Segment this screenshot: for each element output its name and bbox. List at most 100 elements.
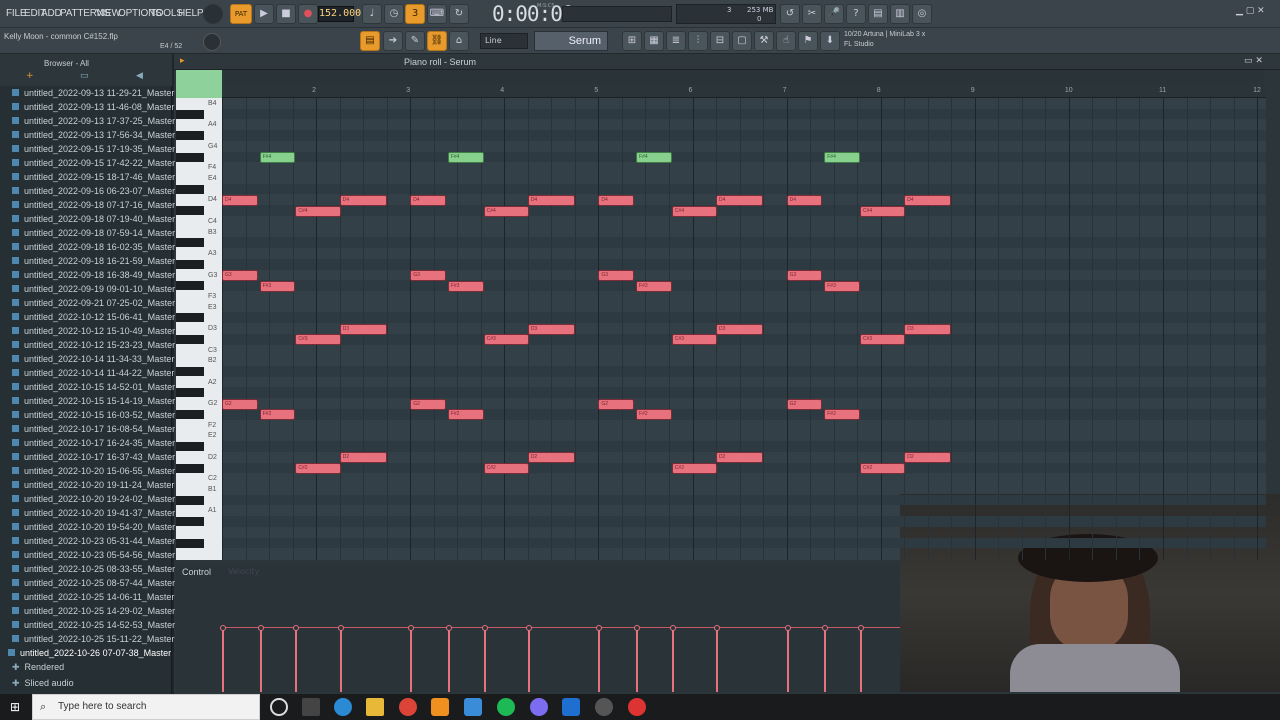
add-icon[interactable]: + <box>26 71 34 81</box>
pr-window-controls[interactable]: ▭ ✕ <box>1244 56 1263 66</box>
metronome-icon[interactable]: ♩ <box>362 4 382 24</box>
note[interactable]: D3 <box>527 323 575 335</box>
refresh-icon[interactable]: ↺ <box>780 4 800 24</box>
windows-start-icon[interactable]: ⊞ <box>10 700 20 714</box>
note[interactable]: C#2 <box>859 462 906 474</box>
browser-file-item[interactable]: untitled_2022-10-25 08-57-44_Master <box>12 578 175 592</box>
note[interactable]: D2 <box>339 452 387 464</box>
browser-file-item[interactable]: untitled_2022-10-14 11-44-22_Master <box>12 368 174 382</box>
piano-roll-title[interactable]: Piano roll - Serum <box>404 57 476 67</box>
draw-icon[interactable]: ✎ <box>405 31 425 51</box>
velocity-handle[interactable] <box>634 625 641 631</box>
bar-number[interactable]: 8 <box>877 87 881 94</box>
note[interactable]: G2 <box>598 398 635 410</box>
bar-number[interactable]: 2 <box>312 87 316 94</box>
piano-roll-icon[interactable]: ≣ <box>666 31 686 51</box>
black-key[interactable] <box>176 238 204 248</box>
black-key[interactable] <box>176 184 204 194</box>
velocity-bar[interactable] <box>824 628 827 692</box>
browser-file-item[interactable]: untitled_2022-10-25 14-06-11_Master <box>12 592 174 606</box>
velocity-bar[interactable] <box>786 628 789 692</box>
note[interactable]: F#3 <box>824 280 860 292</box>
note[interactable]: D4 <box>222 194 258 206</box>
spotify-icon[interactable] <box>497 698 515 716</box>
step-edit-icon[interactable]: ⌨ <box>427 4 447 24</box>
plugin-icon[interactable]: ▥ <box>890 4 910 24</box>
velocity-bar[interactable] <box>483 628 486 692</box>
note[interactable]: F#3 <box>259 280 296 292</box>
menu-help[interactable]: HELP <box>178 8 204 19</box>
browser-file-item[interactable]: untitled_2022-10-17 16-08-54_Master <box>12 424 175 438</box>
browser-file-item[interactable]: untitled_2022-09-13 11-29-21_Master <box>12 88 174 102</box>
record-button[interactable]: ● <box>298 4 318 24</box>
note[interactable]: D2 <box>904 452 952 464</box>
recorder-icon[interactable] <box>628 698 646 716</box>
note[interactable]: F#4 <box>824 151 860 163</box>
browser-file-item[interactable]: untitled_2022-09-15 17-19-35_Master <box>12 144 175 158</box>
folder-sliced-audio[interactable]: ✚ Sliced audio <box>12 678 74 692</box>
velocity-bar[interactable] <box>222 628 224 692</box>
black-key[interactable] <box>176 334 204 344</box>
black-key[interactable] <box>176 495 204 505</box>
note[interactable]: C#3 <box>483 334 529 346</box>
link-icon[interactable]: ⛓ <box>427 31 447 51</box>
note[interactable]: C#2 <box>671 462 717 474</box>
scissors-icon[interactable]: ✂ <box>802 4 822 24</box>
note[interactable]: D4 <box>904 194 952 206</box>
save-icon[interactable]: ▤ <box>868 4 888 24</box>
note[interactable]: D2 <box>527 452 575 464</box>
browser-file-item[interactable]: untitled_2022-10-20 19-24-02_Master <box>12 494 175 508</box>
black-key[interactable] <box>176 152 204 162</box>
main-volume-knob[interactable] <box>203 33 221 51</box>
help-icon[interactable]: ? <box>846 4 866 24</box>
note[interactable]: D4 <box>598 194 635 206</box>
velocity-handle[interactable] <box>220 625 226 631</box>
velocity-handle[interactable] <box>445 625 452 631</box>
browser-file-item[interactable]: untitled_2022-09-21 07-25-02_Master <box>12 298 175 312</box>
note[interactable]: C#4 <box>671 205 717 217</box>
countdown-icon[interactable]: 3 <box>405 4 425 24</box>
note[interactable]: F#4 <box>259 151 296 163</box>
stamp-icon[interactable]: ⌂ <box>449 31 469 51</box>
browser-file-item[interactable]: untitled_2022-09-18 16-02-35_Master <box>12 242 175 256</box>
arrow-icon[interactable]: ➔ <box>383 31 403 51</box>
browser-file-item[interactable]: untitled_2022-10-20 15-06-55_Master <box>12 466 175 480</box>
browser-file-item[interactable]: untitled_2022-09-18 16-38-49_Master <box>12 270 175 284</box>
browser-file-item[interactable]: untitled_2022-09-13 11-46-08_Master <box>12 102 174 116</box>
project-icon[interactable]: ▢ <box>732 31 752 51</box>
black-key[interactable] <box>176 109 204 119</box>
mixer-icon[interactable]: ⊞ <box>622 31 642 51</box>
note[interactable]: F#3 <box>636 280 672 292</box>
browser-file-item[interactable]: untitled_2022-10-20 19-54-20_Master <box>12 522 175 536</box>
browser-file-item[interactable]: untitled_2022-10-17 16-24-35_Master <box>12 438 175 452</box>
pen-app-icon[interactable] <box>464 698 482 716</box>
instrument-select[interactable]: Serum <box>534 31 608 51</box>
browser-file-item[interactable]: untitled_2022-10-17 16-37-43_Master <box>12 452 175 466</box>
speaker-icon[interactable]: ◀ <box>136 71 143 81</box>
velocity-handle[interactable] <box>857 625 864 631</box>
note[interactable]: G3 <box>786 269 823 281</box>
bar-number[interactable]: 4 <box>500 87 504 94</box>
note[interactable]: C#4 <box>483 205 529 217</box>
note[interactable]: G2 <box>410 398 446 410</box>
black-key[interactable] <box>176 206 204 216</box>
black-key[interactable] <box>176 409 204 419</box>
bar-number[interactable]: 3 <box>406 87 410 94</box>
playlist-icon[interactable]: ▤ <box>360 31 380 51</box>
pr-menu-arrow-icon[interactable]: ▸ <box>180 56 185 66</box>
browser-file-item[interactable]: untitled_2022-10-15 15-14-19_Master <box>12 396 175 410</box>
stop-button[interactable]: ■ <box>276 4 296 24</box>
velocity-bar[interactable] <box>598 628 601 692</box>
browser-file-item[interactable]: untitled_2022-10-25 15-11-22_Master <box>12 634 174 648</box>
browser-file-item[interactable]: untitled_2022-10-25 14-52-53_Master <box>12 620 175 634</box>
browser-file-item[interactable]: untitled_2022-09-19 09-01-10_Master <box>12 284 175 298</box>
bar-number[interactable]: 7 <box>783 87 787 94</box>
pattern-overview[interactable] <box>224 70 1264 84</box>
timeline-ruler[interactable] <box>222 84 1266 98</box>
browser-file-item[interactable]: untitled_2022-09-13 17-56-34_Master <box>12 130 175 144</box>
control-lane[interactable] <box>176 564 900 692</box>
note[interactable]: D3 <box>716 323 764 335</box>
discord-icon[interactable] <box>530 698 548 716</box>
snap-select[interactable]: Line <box>480 33 528 49</box>
note[interactable]: D2 <box>716 452 764 464</box>
